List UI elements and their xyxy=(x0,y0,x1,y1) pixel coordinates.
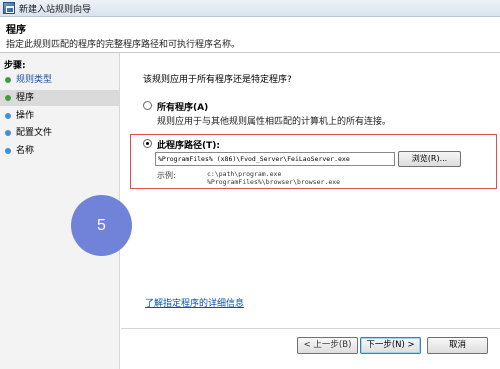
example-path: c:\path\program.exe xyxy=(207,170,282,178)
sidebar-item-label: 配置文件 xyxy=(16,128,53,138)
step-pending-icon xyxy=(5,148,11,154)
step-number-badge: 5 xyxy=(71,195,132,256)
browse-button[interactable]: 浏览(R)... xyxy=(398,151,461,167)
sidebar-item-rule-type[interactable]: 规则类型 xyxy=(0,72,119,88)
sidebar-item-program[interactable]: 程序 xyxy=(0,90,119,106)
cancel-button[interactable]: 取消 xyxy=(427,337,488,354)
step-current-icon xyxy=(5,95,11,101)
sidebar-item-label: 程序 xyxy=(16,93,35,103)
step-pending-icon xyxy=(5,113,11,119)
step-done-icon xyxy=(5,77,11,83)
sidebar-item-label: 操作 xyxy=(16,111,35,121)
step-pending-icon xyxy=(5,130,11,136)
wizard-content: 该规则应用于所有程序还是特定程序? 所有程序(A) 规则应用于与其他规则属性相匹… xyxy=(121,53,500,369)
wizard-header: 程序 指定此规则匹配的程序的完整程序路径和可执行程序名称。 xyxy=(0,17,500,53)
this-program-label[interactable]: 此程序路径(T): xyxy=(157,138,220,151)
back-button[interactable]: < 上一步(B) xyxy=(297,337,358,354)
scope-question: 该规则应用于所有程序还是特定程序? xyxy=(143,75,292,85)
steps-label: 步骤: xyxy=(4,61,26,71)
page-title: 程序 xyxy=(6,25,26,36)
title-bar: 新建入站规则向导 xyxy=(0,0,500,17)
this-program-radio[interactable] xyxy=(143,139,152,148)
sidebar-item-label: 规则类型 xyxy=(16,75,53,85)
all-programs-radio[interactable] xyxy=(143,101,152,110)
sidebar-item-name[interactable]: 名称 xyxy=(0,143,119,159)
learn-more-link[interactable]: 了解指定程序的详细信息 xyxy=(145,296,244,309)
footer-divider xyxy=(121,328,500,329)
all-programs-label[interactable]: 所有程序(A) xyxy=(157,100,208,113)
example-path: %ProgramFiles%\browser\browser.exe xyxy=(207,178,341,186)
sidebar-item-profile[interactable]: 配置文件 xyxy=(0,125,119,141)
firewall-app-icon xyxy=(3,2,15,14)
sidebar-item-action[interactable]: 操作 xyxy=(0,108,119,124)
sidebar-item-label: 名称 xyxy=(16,146,35,156)
all-programs-description: 规则应用于与其他规则属性相匹配的计算机上的所有连接。 xyxy=(157,117,392,127)
page-description: 指定此规则匹配的程序的完整程序路径和可执行程序名称。 xyxy=(6,40,241,50)
program-path-input[interactable]: %ProgramFiles% (x86)\Fvod_Server\FeiLaoS… xyxy=(155,152,395,166)
example-label: 示例: xyxy=(157,171,176,180)
next-button[interactable]: 下一步(N) > xyxy=(360,337,421,354)
window-title: 新建入站规则向导 xyxy=(19,5,92,15)
